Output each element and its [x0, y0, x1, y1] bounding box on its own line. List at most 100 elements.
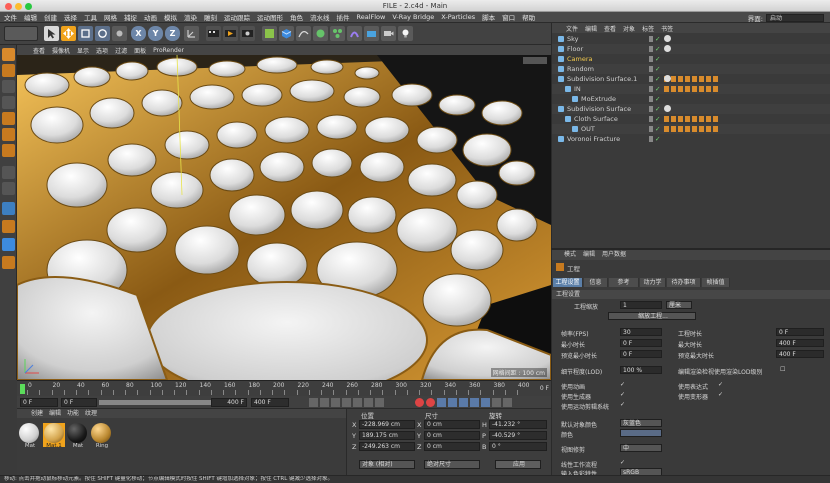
- lod-render-checkbox[interactable]: ☐: [780, 367, 786, 373]
- material-menu-item[interactable]: 编辑: [49, 409, 61, 418]
- array-generator-icon[interactable]: [330, 26, 345, 41]
- fps-field[interactable]: 30: [620, 328, 662, 336]
- menu-item[interactable]: 创建: [44, 12, 57, 22]
- material-slot[interactable]: Mat: [19, 423, 41, 449]
- attribute-menu-item[interactable]: 模式: [564, 250, 576, 260]
- menu-item[interactable]: 角色: [290, 12, 303, 22]
- rotation-p-field[interactable]: -40.529 °: [489, 431, 547, 440]
- object-name[interactable]: Camera: [567, 54, 593, 64]
- menu-item[interactable]: 运动跟踪: [224, 12, 250, 22]
- enable-check-icon[interactable]: ✓: [655, 34, 660, 44]
- scale-key-icon[interactable]: [459, 398, 468, 407]
- preview-min-field[interactable]: 0 F: [620, 350, 662, 358]
- rotation-b-field[interactable]: 0 °: [489, 442, 547, 451]
- visibility-dots-icon[interactable]: [649, 86, 653, 92]
- object-name[interactable]: MoExtrude: [581, 94, 616, 104]
- enable-check-icon[interactable]: ✓: [655, 44, 660, 54]
- menu-item[interactable]: 网格: [104, 12, 117, 22]
- menu-item[interactable]: 捕捉: [124, 12, 137, 22]
- recent-tools-icon[interactable]: [112, 26, 127, 41]
- use-generators-checkbox[interactable]: ✓: [620, 392, 626, 398]
- object-name[interactable]: Floor: [567, 44, 583, 54]
- material-tag-icon[interactable]: [664, 45, 671, 52]
- polygons-mode-icon[interactable]: [2, 144, 15, 157]
- sculpt-icon[interactable]: [2, 256, 15, 269]
- tag-icons[interactable]: [664, 76, 720, 82]
- material-tag-icon[interactable]: [664, 35, 671, 42]
- project-scale-unit-select[interactable]: 厘米: [666, 301, 692, 309]
- subdivision-surface-icon[interactable]: [313, 26, 328, 41]
- x-axis-lock-button[interactable]: X: [131, 26, 146, 41]
- end-frame-field[interactable]: 400 F: [251, 398, 289, 407]
- viewport-menu-item[interactable]: 面板: [134, 46, 146, 55]
- object-row[interactable]: OUT ✓: [552, 124, 830, 134]
- viewport-menu-item[interactable]: ProRender: [153, 47, 184, 54]
- menu-item[interactable]: 文件: [4, 12, 17, 22]
- object-row[interactable]: Cloth Surface ✓: [552, 114, 830, 124]
- rotate-icon[interactable]: [95, 26, 110, 41]
- tag-icons[interactable]: [664, 86, 720, 92]
- zoom-window-button[interactable]: [25, 3, 32, 10]
- menu-item[interactable]: 雕刻: [204, 12, 217, 22]
- point-level-key-icon[interactable]: [492, 398, 501, 407]
- render-view-icon[interactable]: [206, 26, 221, 41]
- view-clip-select[interactable]: 中: [620, 444, 662, 452]
- material-tag-icon[interactable]: [664, 105, 671, 112]
- use-deformers-checkbox[interactable]: ✓: [718, 392, 724, 398]
- menu-item[interactable]: V-Ray Bridge: [392, 13, 434, 21]
- menu-item[interactable]: 运动图形: [257, 12, 283, 22]
- menu-item[interactable]: 帮助: [522, 12, 535, 22]
- menu-item[interactable]: 窗口: [502, 12, 515, 22]
- max-time-field[interactable]: 400 F: [776, 339, 824, 347]
- edges-mode-icon[interactable]: [2, 128, 15, 141]
- play-icon[interactable]: [342, 398, 351, 407]
- visibility-dots-icon[interactable]: [649, 36, 653, 42]
- texture-mode-icon[interactable]: [2, 80, 15, 93]
- enable-check-icon[interactable]: ✓: [655, 104, 660, 114]
- live-selection-icon[interactable]: [44, 26, 59, 41]
- rotation-h-field[interactable]: -41.232 °: [489, 420, 547, 429]
- position-y-field[interactable]: 189.175 cm: [359, 431, 415, 440]
- visibility-dots-icon[interactable]: [649, 46, 653, 52]
- tab-frame-interpolation[interactable]: 帧插值: [702, 278, 730, 287]
- timeline-menu-icon[interactable]: [503, 398, 512, 407]
- tab-project-settings[interactable]: 工程设置: [553, 278, 583, 287]
- menu-item[interactable]: RealFlow: [357, 13, 386, 21]
- enable-check-icon[interactable]: ✓: [655, 114, 660, 124]
- tag-icons[interactable]: [664, 116, 720, 122]
- menu-item[interactable]: X-Particles: [441, 13, 475, 21]
- default-color-select[interactable]: 灰蓝色: [620, 419, 662, 427]
- vray-icon[interactable]: [262, 26, 277, 41]
- object-row[interactable]: IN ✓: [552, 84, 830, 94]
- rotation-key-icon[interactable]: [470, 398, 479, 407]
- position-z-field[interactable]: -249.263 cm: [359, 442, 415, 451]
- object-row[interactable]: Sky ✓: [552, 34, 830, 44]
- use-expression-checkbox[interactable]: ✓: [718, 382, 724, 388]
- current-frame-marker[interactable]: [20, 384, 25, 394]
- enable-check-icon[interactable]: ✓: [655, 74, 660, 84]
- object-menu-item[interactable]: 文件: [566, 24, 578, 33]
- y-axis-lock-button[interactable]: Y: [148, 26, 163, 41]
- visibility-dots-icon[interactable]: [649, 56, 653, 62]
- enable-check-icon[interactable]: ✓: [655, 94, 660, 104]
- tab-dynamics[interactable]: 动力学: [640, 278, 666, 287]
- object-name[interactable]: Subdivision Surface: [567, 104, 631, 114]
- tab-info[interactable]: 信息: [584, 278, 608, 287]
- visibility-dots-icon[interactable]: [649, 116, 653, 122]
- menu-item[interactable]: 渲染: [184, 12, 197, 22]
- coordinate-system-icon[interactable]: [184, 26, 199, 41]
- menu-item[interactable]: 选择: [64, 12, 77, 22]
- use-animation-checkbox[interactable]: ✓: [620, 382, 626, 388]
- parameter-key-icon[interactable]: [481, 398, 490, 407]
- 3d-viewport[interactable]: 网格间距 : 100 cm: [17, 55, 551, 380]
- close-window-button[interactable]: [5, 3, 12, 10]
- cube-object-icon[interactable]: [279, 26, 294, 41]
- material-slot[interactable]: Ring: [91, 423, 113, 449]
- model-mode-icon[interactable]: [2, 64, 15, 77]
- duration-field[interactable]: 0 F: [776, 328, 824, 336]
- enable-check-icon[interactable]: ✓: [655, 54, 660, 64]
- scene-icon[interactable]: [364, 26, 379, 41]
- tab-reference[interactable]: 参考: [609, 278, 639, 287]
- material-tag-icon[interactable]: [664, 75, 671, 82]
- object-name[interactable]: IN: [574, 84, 581, 94]
